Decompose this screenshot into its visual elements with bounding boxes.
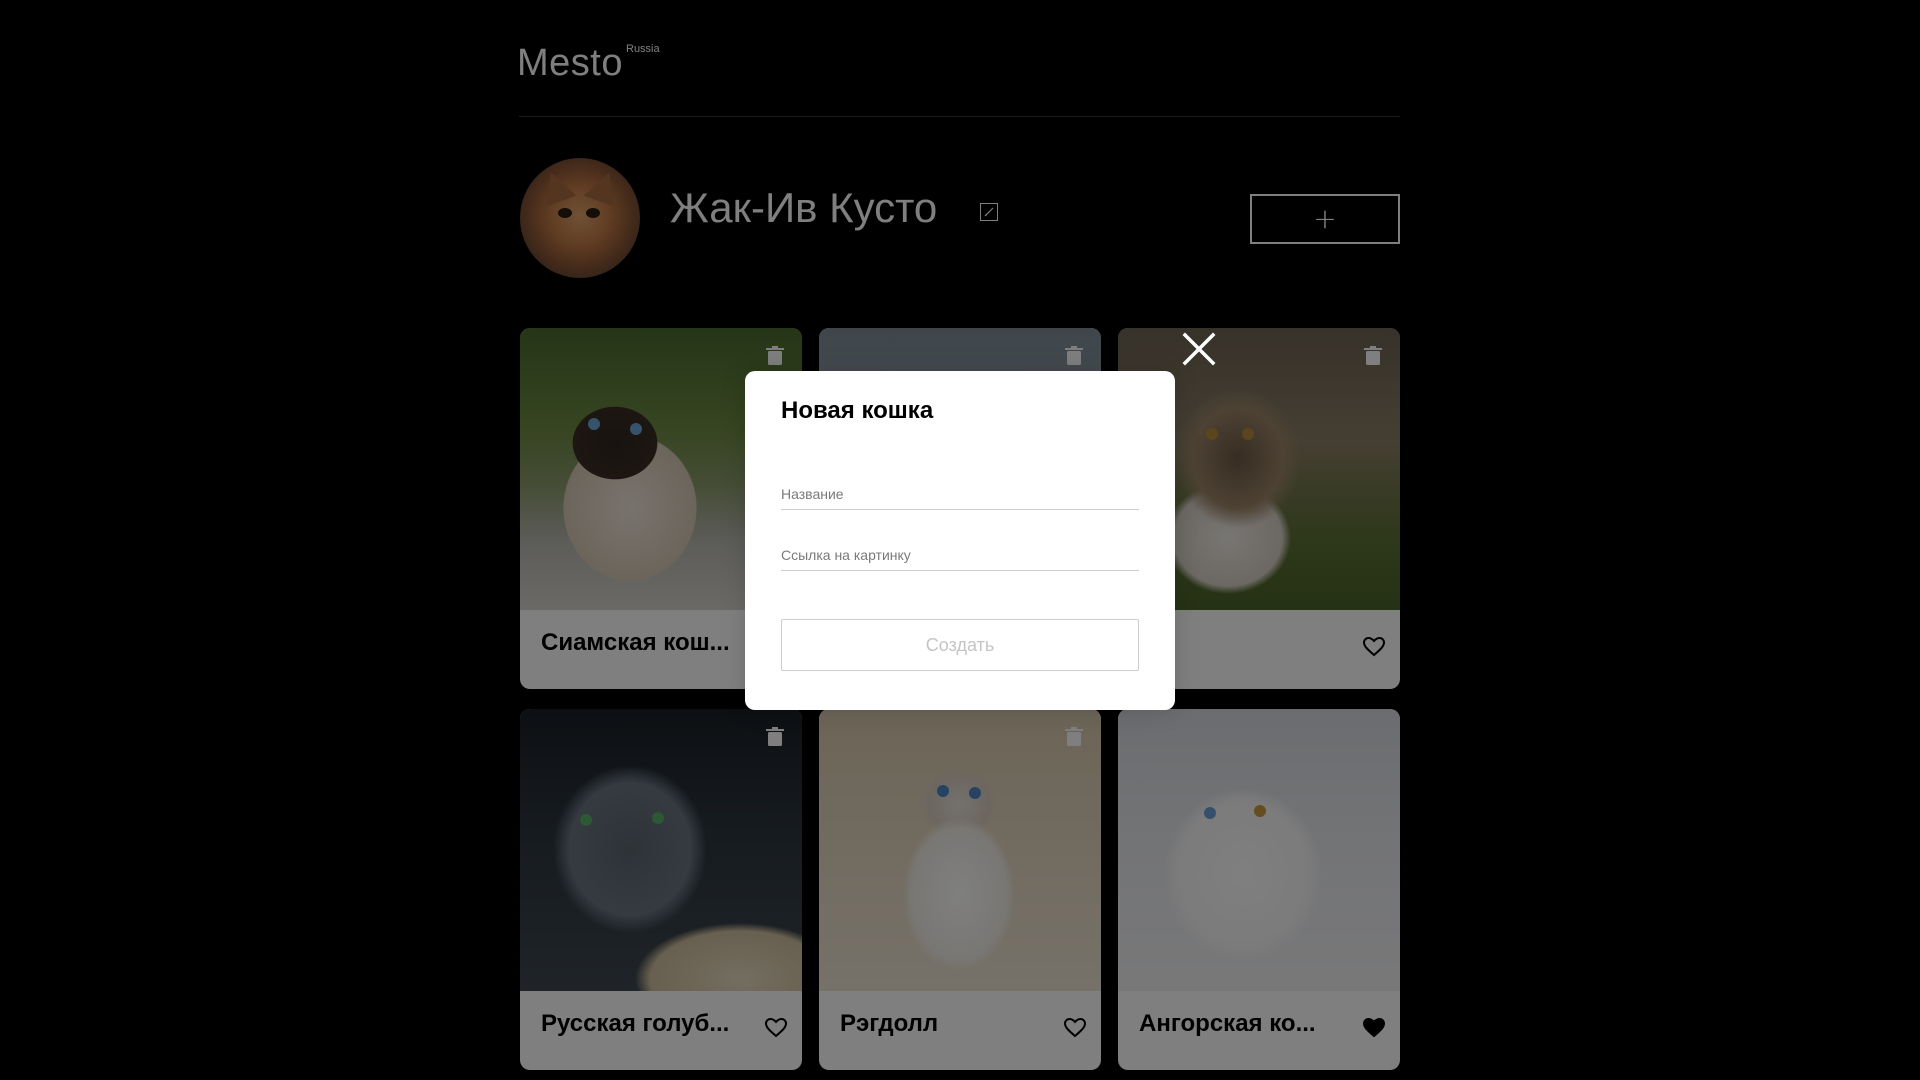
card-link-input[interactable] <box>781 540 1139 571</box>
close-icon[interactable] <box>1181 331 1217 367</box>
page: Mesto Russia Жак-Ив Кусто + Сиамская кош… <box>0 0 1920 1080</box>
add-card-popup: Новая кошка Создать <box>745 371 1175 710</box>
card-name-input[interactable] <box>781 479 1139 510</box>
create-button[interactable]: Создать <box>781 619 1139 671</box>
popup-title: Новая кошка <box>781 397 934 424</box>
